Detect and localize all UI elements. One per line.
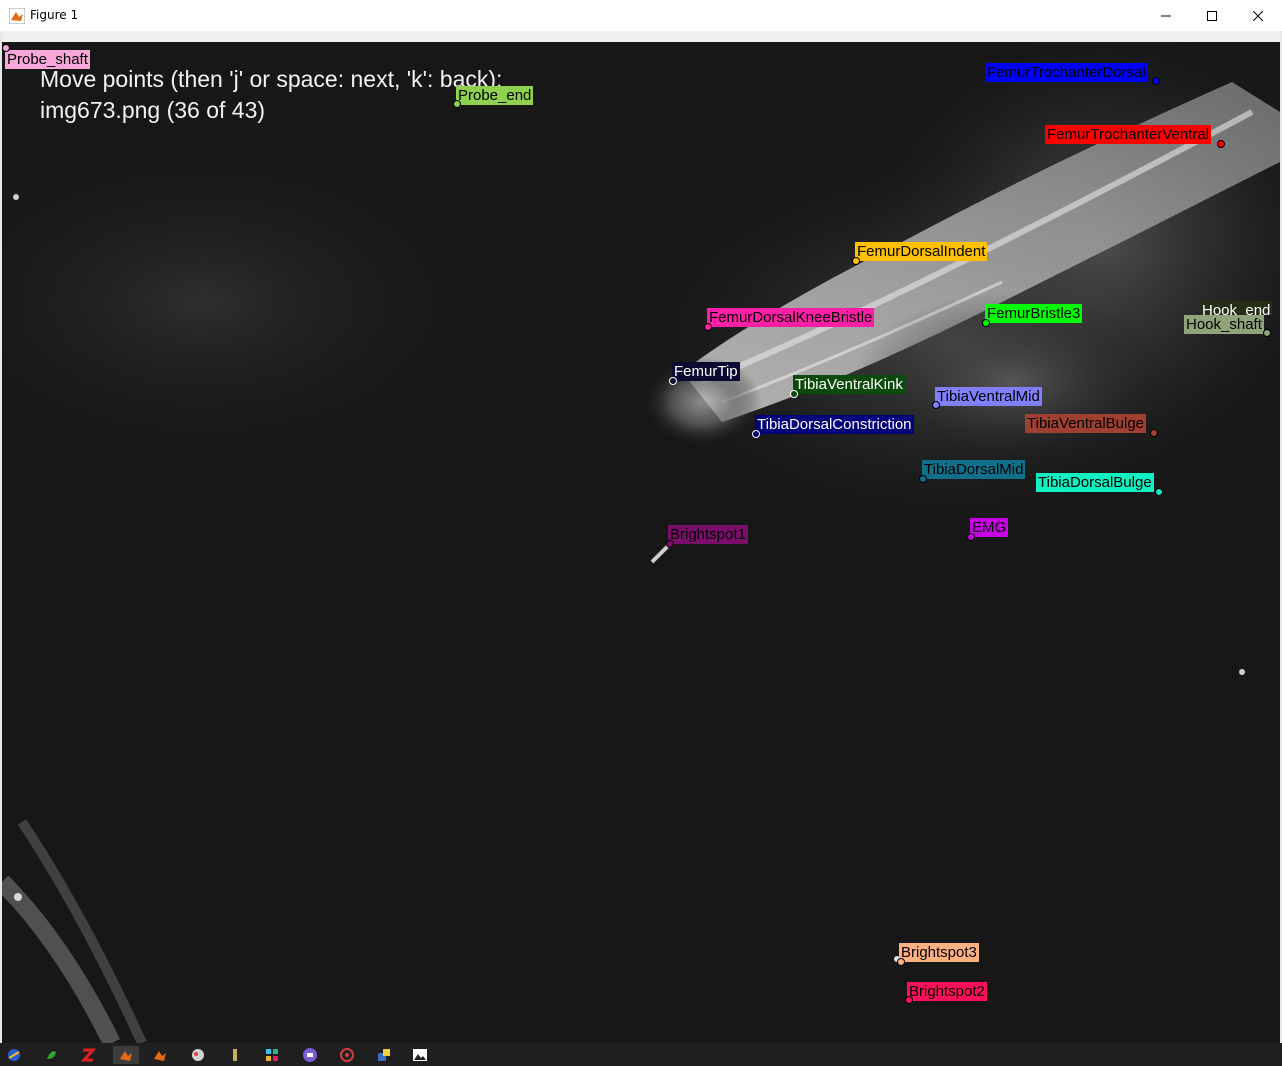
app-1-icon[interactable] (5, 1046, 23, 1064)
point-label-emg: EMG (970, 518, 1009, 537)
point-marker-tibia-dorsal-bulge[interactable] (1155, 488, 1163, 496)
minimize-icon (1161, 15, 1171, 16)
matlab-icon[interactable] (113, 1046, 139, 1064)
point-marker-probe-shaft[interactable] (2, 44, 10, 52)
minimize-button[interactable] (1143, 0, 1189, 31)
point-label-femur-tip: FemurTip (672, 362, 740, 381)
point-label-tibia-dorsal-constriction: TibiaDorsalConstriction (755, 415, 914, 434)
app-11-icon[interactable] (375, 1046, 393, 1064)
taskbar (0, 1043, 1282, 1066)
point-label-femur-dorsal-knee-bristle: FemurDorsalKneeBristle (707, 308, 875, 327)
point-label-femur-trochanter-ventral: FemurTrochanterVentral (1045, 125, 1212, 144)
point-marker-tibia-ventral-mid[interactable] (932, 401, 940, 409)
point-label-femur-trochanter-dorsal: FemurTrochanterDorsal (985, 63, 1148, 82)
point-label-hook-end: Hook_end (1200, 301, 1273, 315)
point-marker-femur-bristle-3[interactable] (982, 319, 990, 327)
point-label-femur-dorsal-indent: FemurDorsalIndent (855, 242, 988, 261)
point-marker-femur-dorsal-knee-bristle[interactable] (704, 323, 712, 331)
point-marker-hook-shaft[interactable] (1263, 329, 1271, 337)
app-9-icon[interactable] (301, 1046, 319, 1064)
point-marker-probe-end[interactable] (453, 100, 461, 108)
instruction-line-1: Move points (then 'j' or space: next, 'k… (40, 66, 503, 92)
point-marker-tibia-ventral-bulge[interactable] (1150, 429, 1158, 437)
app-10-icon[interactable] (338, 1046, 356, 1064)
maximize-button[interactable] (1189, 0, 1235, 31)
app-7-icon[interactable] (226, 1046, 244, 1064)
point-label-brightspot-2: Brightspot2 (907, 982, 987, 1001)
figure-canvas[interactable]: Move points (then 'j' or space: next, 'k… (2, 42, 1280, 1043)
point-marker-brightspot-3[interactable] (897, 958, 905, 966)
point-marker-emg[interactable] (967, 533, 975, 541)
image-viewer-icon[interactable] (411, 1046, 429, 1064)
instruction-line-2: img673.png (36 of 43) (40, 97, 266, 123)
maximize-icon (1207, 10, 1217, 21)
close-icon (1253, 10, 1263, 21)
point-label-tibia-ventral-bulge: TibiaVentralBulge (1025, 414, 1147, 433)
app-3-icon[interactable] (79, 1046, 97, 1064)
point-marker-femur-dorsal-indent[interactable] (852, 257, 860, 265)
point-label-probe-end: Probe_end (456, 86, 534, 105)
close-button[interactable] (1235, 0, 1281, 31)
matlab-figure-icon (9, 8, 25, 24)
point-label-tibia-dorsal-bulge: TibiaDorsalBulge (1036, 473, 1154, 492)
point-label-hook-shaft: Hook_shaft (1184, 315, 1264, 334)
point-marker-tibia-dorsal-mid[interactable] (919, 475, 927, 483)
point-marker-tibia-ventral-kink[interactable] (790, 390, 798, 398)
figure-toolbar-strip (0, 31, 1282, 42)
app-8-icon[interactable] (263, 1046, 281, 1064)
point-marker-femur-trochanter-ventral[interactable] (1217, 140, 1225, 148)
point-label-tibia-ventral-mid: TibiaVentralMid (935, 387, 1042, 406)
point-label-femur-bristle-3: FemurBristle3 (985, 304, 1083, 323)
point-marker-tibia-dorsal-constriction[interactable] (752, 430, 760, 438)
point-marker-brightspot-2[interactable] (905, 996, 913, 1004)
point-label-brightspot-3: Brightspot3 (899, 943, 979, 962)
window-title: Figure 1 (30, 8, 79, 22)
point-label-tibia-ventral-kink: TibiaVentralKink (793, 375, 905, 394)
point-label-brightspot-1: Brightspot1 (668, 525, 748, 544)
point-label-tibia-dorsal-mid: TibiaDorsalMid (922, 460, 1026, 479)
microscope-image (2, 42, 1280, 1043)
point-label-probe-shaft: Probe_shaft (5, 50, 90, 69)
app-2-icon[interactable] (42, 1046, 60, 1064)
matlab-2-icon[interactable] (151, 1046, 169, 1064)
app-6-icon[interactable] (189, 1046, 207, 1064)
window-titlebar: Figure 1 (0, 0, 1282, 31)
point-marker-femur-tip[interactable] (669, 377, 677, 385)
point-marker-brightspot-1[interactable] (666, 540, 674, 548)
point-marker-femur-trochanter-dorsal[interactable] (1152, 77, 1160, 85)
